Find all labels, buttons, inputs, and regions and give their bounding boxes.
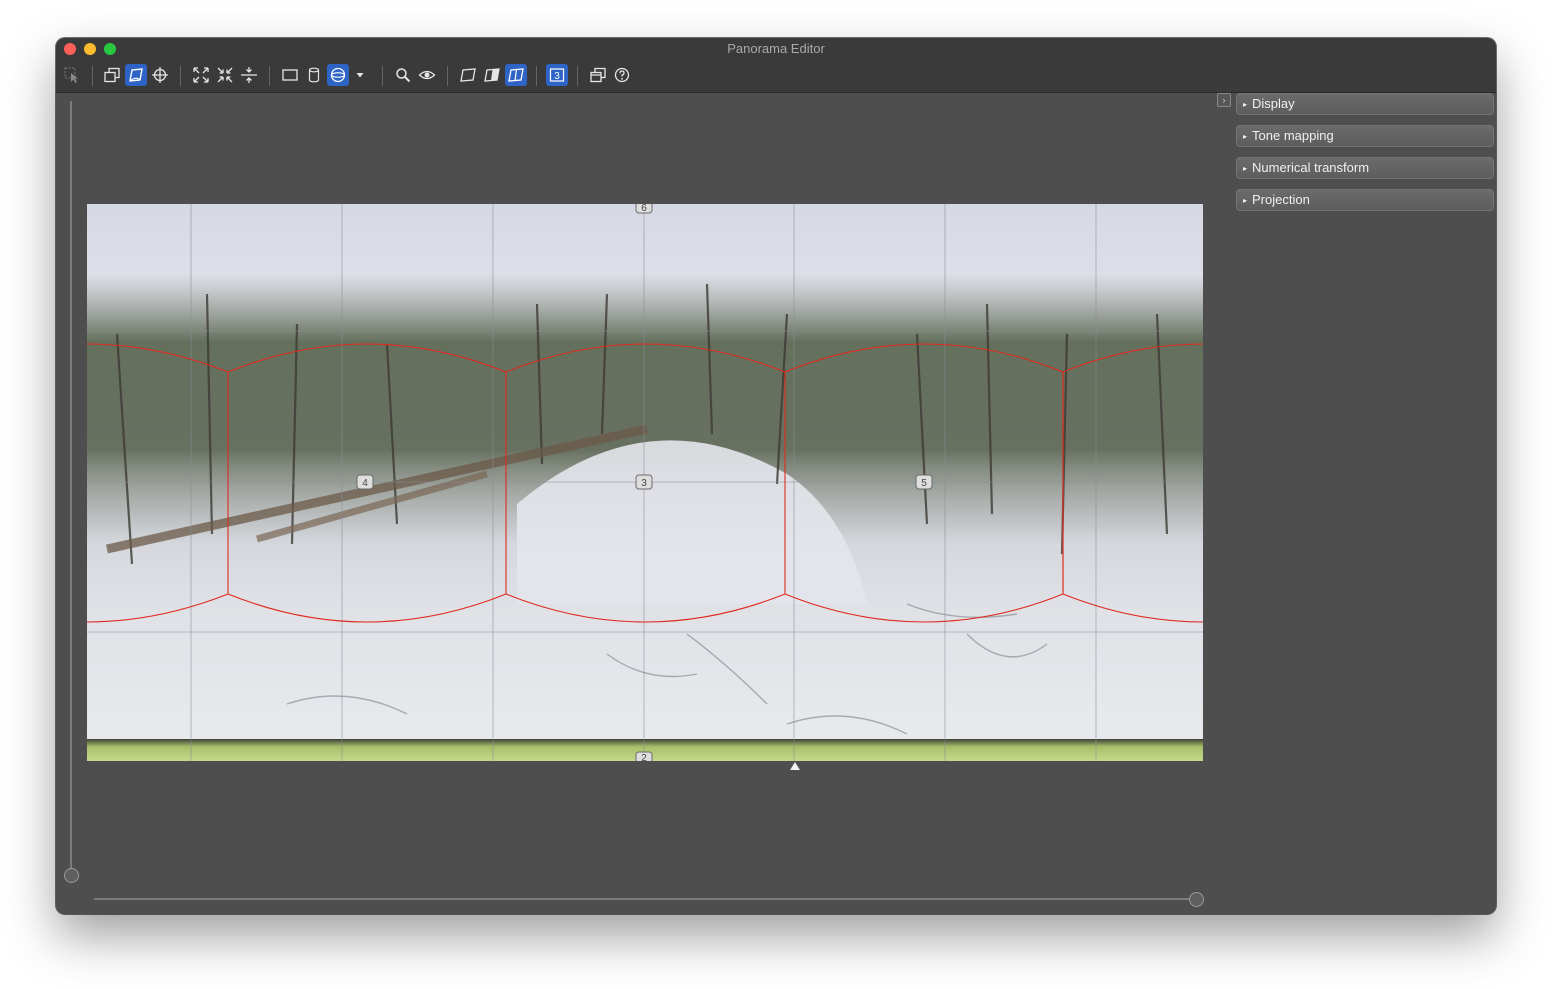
vertical-fov-slider-track[interactable] (70, 101, 72, 877)
zoom-button[interactable] (392, 64, 414, 86)
cylindrical-projection-button[interactable] (303, 64, 325, 86)
move-drag-icon (129, 68, 143, 82)
disclosure-triangle-icon: ▸ (1243, 132, 1248, 141)
disclosure-triangle-icon: ▸ (1243, 164, 1248, 173)
image-label-6[interactable]: 6 (635, 204, 653, 214)
panorama-preview[interactable]: 6 4 3 5 2 (87, 204, 1203, 761)
stacked-windows-icon (590, 67, 606, 83)
image-label-4[interactable]: 4 (356, 474, 374, 490)
projection-dropdown-button[interactable] (352, 64, 368, 86)
window-title: Panorama Editor (727, 41, 825, 56)
identify-tool-button[interactable] (149, 64, 171, 86)
toolbar-separator (180, 66, 181, 86)
equirectangular-projection-button[interactable] (327, 64, 349, 86)
toolbar-separator (447, 66, 448, 86)
horizontal-fov-slider-track[interactable] (94, 898, 1194, 900)
image-label-5[interactable]: 5 (915, 474, 933, 490)
panel-tone-mapping[interactable]: ▸ Tone mapping (1236, 125, 1494, 147)
vertical-fov-slider-handle[interactable] (64, 868, 79, 883)
straighten-icon (241, 67, 257, 83)
cylinder-projection-icon (308, 67, 320, 83)
rectilinear-projection-button[interactable] (279, 64, 301, 86)
image-count-button[interactable]: 3 (546, 64, 568, 86)
svg-text:5: 5 (921, 478, 927, 489)
view-masks-button[interactable] (481, 64, 503, 86)
panel-display[interactable]: ▸ Display (1236, 93, 1494, 115)
help-circle-icon (614, 67, 630, 83)
move-drag-tool-button[interactable] (125, 64, 147, 86)
svg-text:2: 2 (641, 753, 647, 761)
show-images-button[interactable] (587, 64, 609, 86)
panel-projection-label: Projection (1252, 192, 1310, 207)
svg-text:4: 4 (362, 478, 368, 489)
toolbar-separator (382, 66, 383, 86)
crosshair-icon (152, 67, 168, 83)
help-button[interactable] (611, 64, 633, 86)
collapse-sidebar-button[interactable]: › (1217, 93, 1231, 107)
horizontal-fov-slider-handle[interactable] (1189, 892, 1204, 907)
magnifier-icon (396, 68, 411, 83)
toolbar-separator (269, 66, 270, 86)
select-tool-button[interactable] (61, 64, 83, 86)
image-label-3[interactable]: 3 (635, 474, 653, 490)
titlebar: Panorama Editor 3 (56, 38, 1496, 93)
disclosure-triangle-icon: ▸ (1243, 196, 1248, 205)
sphere-projection-icon (330, 67, 346, 83)
image-label-2[interactable]: 2 (635, 751, 653, 761)
chevron-right-icon: › (1222, 95, 1226, 105)
editor-content: 6 4 3 5 2 › ▸ Display ▸ Tone mapping ▸ N… (56, 93, 1496, 914)
svg-text:6: 6 (641, 204, 647, 214)
view-normal-button[interactable] (457, 64, 479, 86)
straighten-button[interactable] (238, 64, 260, 86)
overlapping-frames-icon (104, 67, 120, 83)
center-marker-triangle (790, 762, 800, 770)
skewed-frame-icon (460, 68, 476, 82)
panel-numerical-transform-label: Numerical transform (1252, 160, 1370, 175)
select-arrow-icon (64, 67, 78, 83)
panorama-editor-window: Panorama Editor 3 6 4 3 5 2 › ▸ Display … (56, 38, 1496, 914)
compress-arrows-icon (217, 67, 233, 83)
toolbar-separator (92, 66, 93, 86)
view-outlines-button[interactable] (505, 64, 527, 86)
half-filled-frame-icon (484, 68, 500, 82)
disclosure-triangle-icon: ▸ (1243, 100, 1248, 109)
panel-display-label: Display (1252, 96, 1295, 111)
toolbar-separator (536, 66, 537, 86)
panel-numerical-transform[interactable]: ▸ Numerical transform (1236, 157, 1494, 179)
rectangle-projection-icon (282, 69, 298, 81)
preview-button[interactable] (416, 64, 438, 86)
panel-tone-mapping-label: Tone mapping (1252, 128, 1334, 143)
toolbar: 3 (56, 64, 1496, 88)
image-count-label: 3 (554, 71, 560, 82)
toolbar-separator (577, 66, 578, 86)
eye-icon (418, 70, 436, 80)
layout-tool-button[interactable] (101, 64, 123, 86)
panel-projection[interactable]: ▸ Projection (1236, 189, 1494, 211)
numbered-frame-icon: 3 (549, 68, 565, 82)
svg-text:3: 3 (641, 478, 647, 489)
split-frame-icon (508, 68, 524, 82)
crop-button[interactable] (214, 64, 236, 86)
dropdown-arrow-icon (356, 73, 364, 78)
fit-button[interactable] (190, 64, 212, 86)
expand-arrows-icon (193, 67, 209, 83)
